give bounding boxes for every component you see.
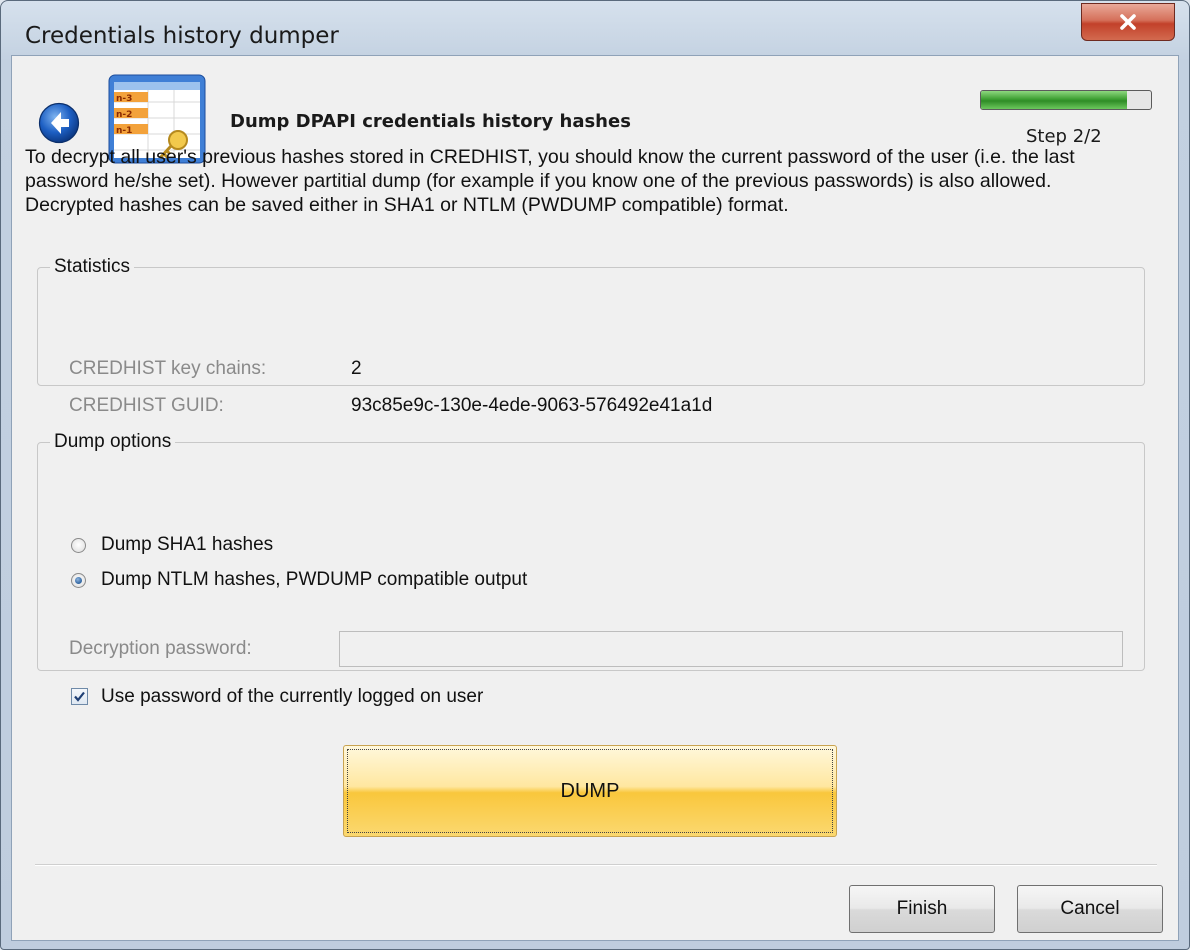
description-text: To decrypt all user's previous hashes st… [25,146,1075,216]
footer-separator [35,864,1157,866]
icon-label-n1: n-1 [116,126,133,136]
stat-label-key-chains: CREDHIST key chains: [69,358,267,379]
radio-ntlm[interactable] [71,573,86,588]
decryption-password-label: Decryption password: [69,638,252,659]
window-title: Credentials history dumper [25,23,339,49]
dump-button-label: DUMP [560,779,620,802]
step-progress-bar [980,90,1152,110]
dump-button[interactable]: DUMP [343,745,837,837]
finish-button-label: Finish [896,898,948,919]
close-button[interactable] [1081,3,1175,41]
cancel-button-label: Cancel [1060,898,1120,919]
cancel-button[interactable]: Cancel [1017,885,1163,933]
stat-value-key-chains: 2 [351,358,362,379]
finish-button[interactable]: Finish [849,885,995,933]
step-label: Step 2/2 [1026,126,1102,147]
radio-sha1-label[interactable]: Dump SHA1 hashes [101,534,273,556]
close-icon [1120,14,1136,30]
stat-value-guid: 93c85e9c-130e-4ede-9063-576492e41a1d [351,395,713,416]
dump-options-legend: Dump options [54,431,172,452]
stat-label-guid: CREDHIST GUID: [69,395,224,416]
radio-ntlm-label[interactable]: Dump NTLM hashes, PWDUMP compatible outp… [101,569,527,591]
icon-label-n2: n-2 [116,110,133,120]
use-current-user-label[interactable]: Use password of the currently logged on … [101,686,483,708]
use-current-user-checkbox[interactable] [71,688,88,705]
dialog-window: Credentials history dumper n-3 n-2 n-1 D… [0,0,1190,950]
icon-label-n3: n-3 [116,94,133,104]
checkmark-icon [74,691,85,702]
page-title: Dump DPAPI credentials history hashes [230,111,631,132]
radio-sha1[interactable] [71,538,86,553]
progress-fill [981,91,1128,109]
back-button[interactable] [38,102,80,144]
statistics-legend: Statistics [54,256,131,277]
decryption-password-input[interactable] [339,631,1123,667]
back-arrow-icon [38,102,80,144]
